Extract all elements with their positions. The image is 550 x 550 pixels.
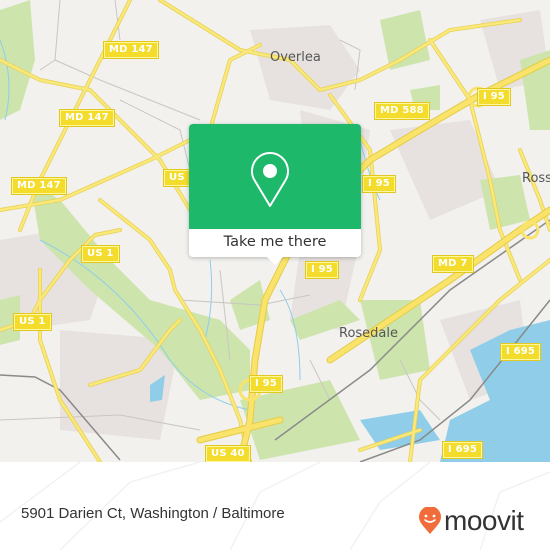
- address-text: 5901 Darien Ct, Washington / Baltimore: [21, 505, 285, 522]
- road-shield-md147: MD 147: [103, 41, 159, 59]
- road-shield-i695: I 695: [441, 441, 484, 459]
- road-shield-md7: MD 7: [432, 255, 474, 273]
- popup-pointer: [267, 257, 283, 265]
- road-shield-md147: MD 147: [11, 177, 67, 195]
- popup-header: [189, 124, 361, 229]
- place-label-rossville: Ross: [522, 171, 550, 186]
- road-shield-us1: US 1: [13, 313, 52, 331]
- moovit-smile-pin-icon: [419, 507, 441, 534]
- take-me-there-button[interactable]: Take me there: [189, 229, 361, 257]
- road-shield-i95: I 95: [249, 375, 283, 393]
- moovit-wordmark: moovit: [444, 505, 524, 536]
- road-shield-i95: I 95: [305, 261, 339, 279]
- road-shield-us40: US 40: [205, 445, 251, 462]
- map-pin-icon: [251, 152, 289, 207]
- place-label-overlea: Overlea: [270, 50, 321, 65]
- road-shield-i95: I 95: [362, 175, 396, 193]
- road-shield-md147: MD 147: [59, 109, 115, 127]
- take-me-there-popup[interactable]: Take me there: [189, 124, 361, 265]
- place-label-rosedale: Rosedale: [339, 326, 399, 341]
- road-shield-i695: I 695: [499, 343, 542, 361]
- moovit-logo[interactable]: moovit: [418, 505, 524, 536]
- road-shield-md588: MD 588: [374, 102, 430, 120]
- road-shield-i95: I 95: [477, 88, 511, 106]
- road-shield-us1: US 1: [81, 245, 120, 263]
